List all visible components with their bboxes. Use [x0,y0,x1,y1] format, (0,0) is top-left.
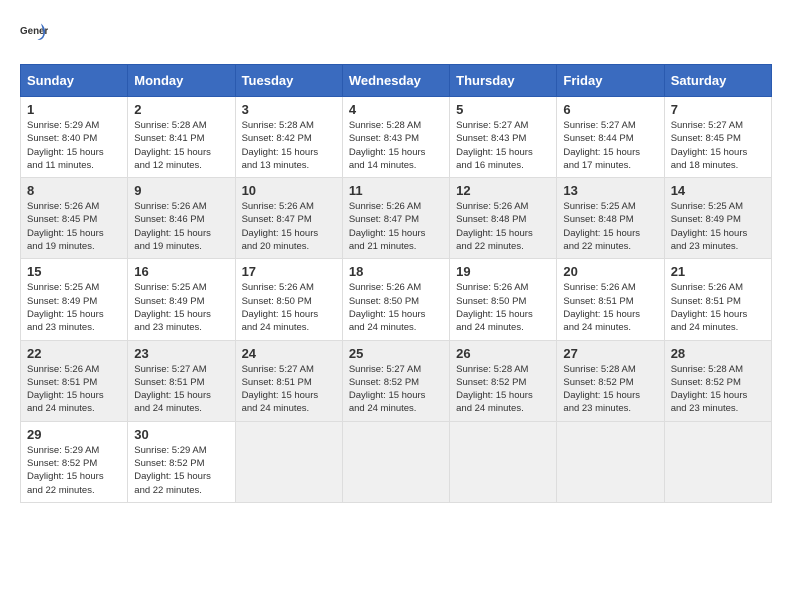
col-thursday: Thursday [450,65,557,97]
table-row: 23Sunrise: 5:27 AM Sunset: 8:51 PM Dayli… [128,340,235,421]
table-row: 19Sunrise: 5:26 AM Sunset: 8:50 PM Dayli… [450,259,557,340]
table-row: 17Sunrise: 5:26 AM Sunset: 8:50 PM Dayli… [235,259,342,340]
table-row: 15Sunrise: 5:25 AM Sunset: 8:49 PM Dayli… [21,259,128,340]
table-row [235,421,342,502]
table-row: 28Sunrise: 5:28 AM Sunset: 8:52 PM Dayli… [664,340,771,421]
calendar-week-1: 1Sunrise: 5:29 AM Sunset: 8:40 PM Daylig… [21,97,772,178]
table-row: 14Sunrise: 5:25 AM Sunset: 8:49 PM Dayli… [664,178,771,259]
table-row [664,421,771,502]
table-row: 9Sunrise: 5:26 AM Sunset: 8:46 PM Daylig… [128,178,235,259]
table-row: 20Sunrise: 5:26 AM Sunset: 8:51 PM Dayli… [557,259,664,340]
table-row: 13Sunrise: 5:25 AM Sunset: 8:48 PM Dayli… [557,178,664,259]
table-row: 16Sunrise: 5:25 AM Sunset: 8:49 PM Dayli… [128,259,235,340]
table-row: 27Sunrise: 5:28 AM Sunset: 8:52 PM Dayli… [557,340,664,421]
table-row [450,421,557,502]
table-row: 5Sunrise: 5:27 AM Sunset: 8:43 PM Daylig… [450,97,557,178]
col-sunday: Sunday [21,65,128,97]
table-row: 25Sunrise: 5:27 AM Sunset: 8:52 PM Dayli… [342,340,449,421]
calendar-week-3: 15Sunrise: 5:25 AM Sunset: 8:49 PM Dayli… [21,259,772,340]
table-row: 24Sunrise: 5:27 AM Sunset: 8:51 PM Dayli… [235,340,342,421]
table-row: 26Sunrise: 5:28 AM Sunset: 8:52 PM Dayli… [450,340,557,421]
table-row: 10Sunrise: 5:26 AM Sunset: 8:47 PM Dayli… [235,178,342,259]
table-row: 18Sunrise: 5:26 AM Sunset: 8:50 PM Dayli… [342,259,449,340]
table-row: 21Sunrise: 5:26 AM Sunset: 8:51 PM Dayli… [664,259,771,340]
calendar-table: Sunday Monday Tuesday Wednesday Thursday… [20,64,772,503]
table-row [342,421,449,502]
table-row: 12Sunrise: 5:26 AM Sunset: 8:48 PM Dayli… [450,178,557,259]
table-row: 30Sunrise: 5:29 AM Sunset: 8:52 PM Dayli… [128,421,235,502]
calendar-week-4: 22Sunrise: 5:26 AM Sunset: 8:51 PM Dayli… [21,340,772,421]
table-row: 11Sunrise: 5:26 AM Sunset: 8:47 PM Dayli… [342,178,449,259]
logo-icon: General [20,20,48,48]
logo: General [20,20,54,48]
calendar-week-5: 29Sunrise: 5:29 AM Sunset: 8:52 PM Dayli… [21,421,772,502]
calendar-week-2: 8Sunrise: 5:26 AM Sunset: 8:45 PM Daylig… [21,178,772,259]
header-row: Sunday Monday Tuesday Wednesday Thursday… [21,65,772,97]
col-monday: Monday [128,65,235,97]
table-row: 22Sunrise: 5:26 AM Sunset: 8:51 PM Dayli… [21,340,128,421]
table-row: 29Sunrise: 5:29 AM Sunset: 8:52 PM Dayli… [21,421,128,502]
table-row: 2Sunrise: 5:28 AM Sunset: 8:41 PM Daylig… [128,97,235,178]
col-friday: Friday [557,65,664,97]
page-header: General [20,20,772,48]
col-saturday: Saturday [664,65,771,97]
col-tuesday: Tuesday [235,65,342,97]
table-row: 7Sunrise: 5:27 AM Sunset: 8:45 PM Daylig… [664,97,771,178]
table-row: 6Sunrise: 5:27 AM Sunset: 8:44 PM Daylig… [557,97,664,178]
table-row: 1Sunrise: 5:29 AM Sunset: 8:40 PM Daylig… [21,97,128,178]
table-row: 3Sunrise: 5:28 AM Sunset: 8:42 PM Daylig… [235,97,342,178]
table-row: 4Sunrise: 5:28 AM Sunset: 8:43 PM Daylig… [342,97,449,178]
table-row [557,421,664,502]
col-wednesday: Wednesday [342,65,449,97]
table-row: 8Sunrise: 5:26 AM Sunset: 8:45 PM Daylig… [21,178,128,259]
